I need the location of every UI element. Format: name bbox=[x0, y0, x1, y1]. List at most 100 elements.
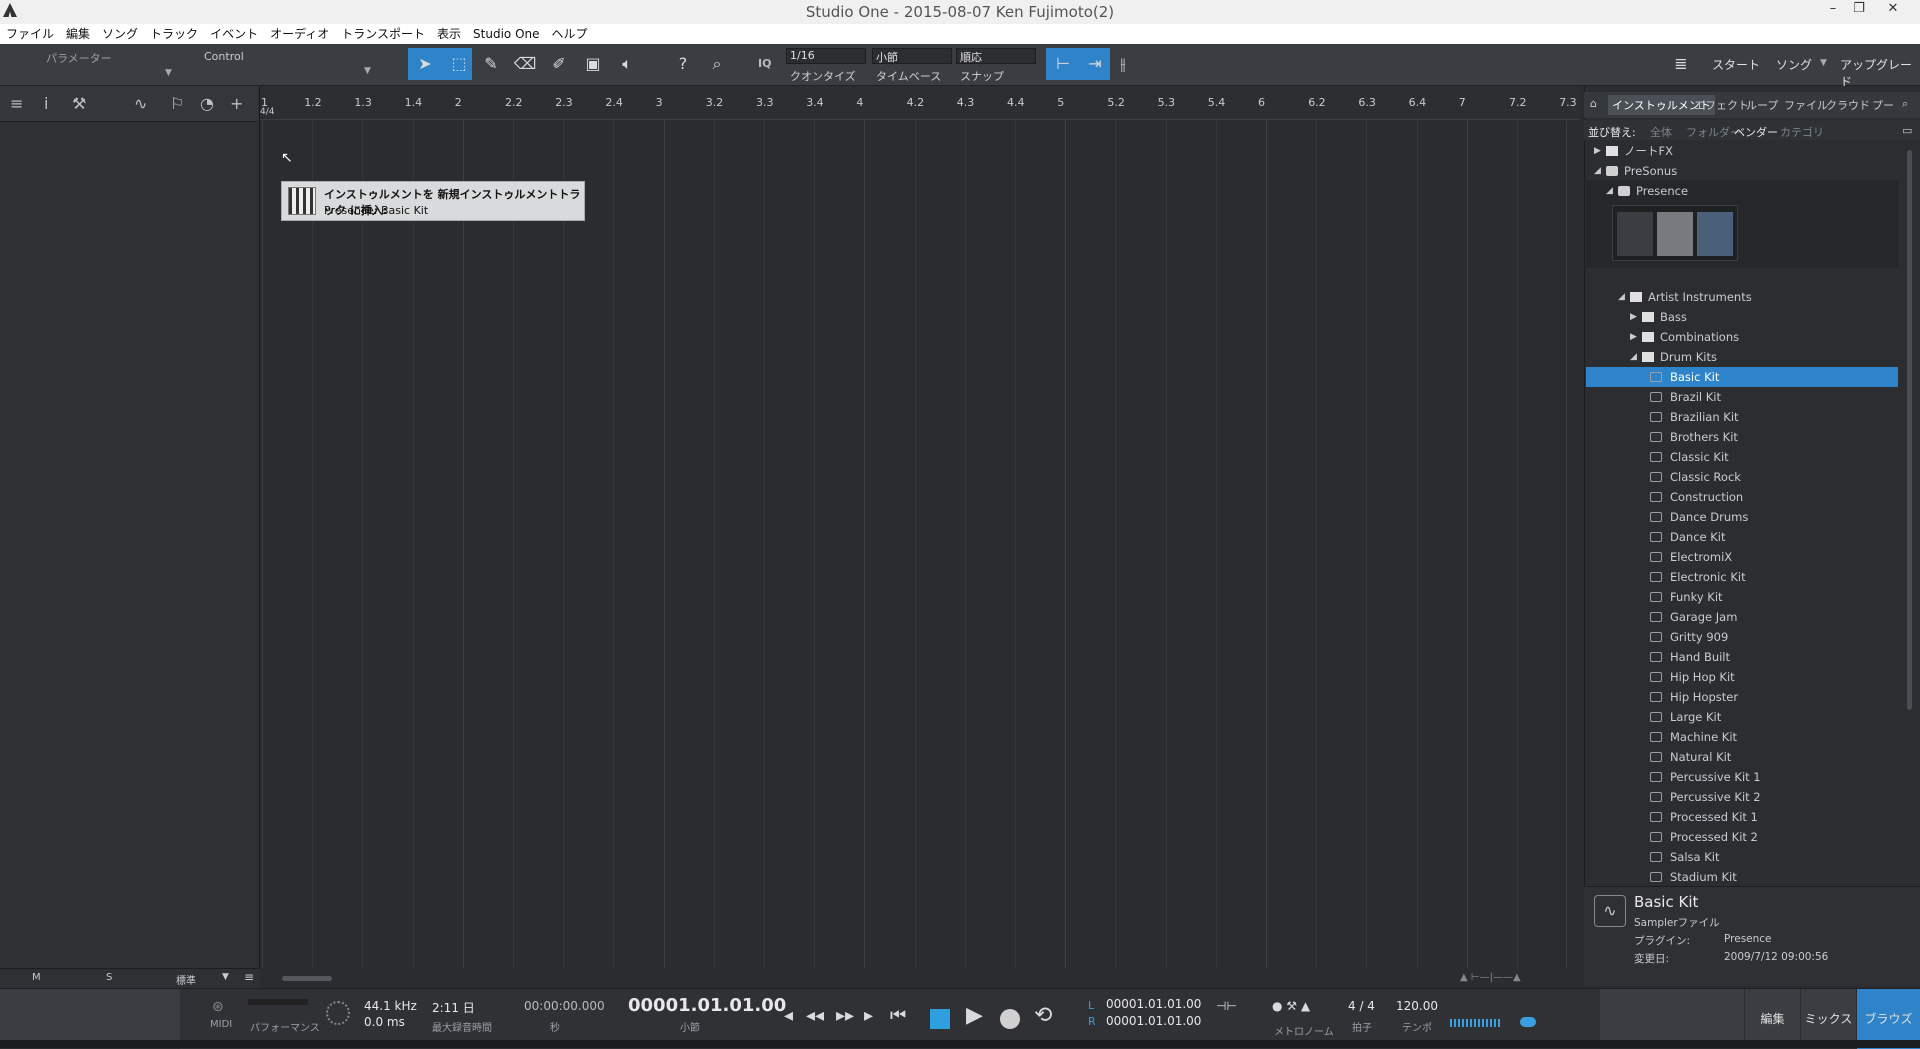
dropdown-icon[interactable]: ▼ bbox=[222, 972, 229, 982]
solo-all-button[interactable]: S bbox=[106, 972, 112, 983]
tree-node[interactable]: ▶ Combinations bbox=[1586, 327, 1898, 347]
search-icon[interactable]: ⌕ bbox=[702, 50, 732, 78]
punch-icon[interactable]: ⊣⊢ bbox=[1216, 999, 1237, 1013]
search-icon[interactable]: ⌕ bbox=[1902, 97, 1908, 111]
panel-toggle-icon[interactable]: ▭ bbox=[1902, 124, 1912, 137]
kit-item[interactable]: Classic Rock bbox=[1586, 467, 1898, 487]
tree-node[interactable]: ◢ PreSonus bbox=[1586, 161, 1898, 181]
menu-view[interactable]: 表示 bbox=[431, 24, 467, 44]
tab-effects[interactable]: エフェクト bbox=[1694, 97, 1749, 113]
kit-item[interactable]: Percussive Kit 1 bbox=[1586, 767, 1898, 787]
menu-edit[interactable]: 編集 bbox=[60, 24, 96, 44]
menu-event[interactable]: イベント bbox=[204, 24, 264, 44]
kit-item[interactable]: Classic Kit bbox=[1586, 447, 1898, 467]
collapse-icon[interactable]: ◢ bbox=[1606, 181, 1613, 201]
menu-file[interactable]: ファイル bbox=[0, 24, 60, 44]
wrench-icon[interactable]: ⚒ bbox=[72, 94, 86, 113]
iq-button[interactable]: IQ bbox=[758, 57, 771, 70]
kit-item[interactable]: Gritty 909 bbox=[1586, 627, 1898, 647]
dropdown-icon[interactable]: ▼ bbox=[1820, 58, 1827, 68]
collapse-icon[interactable]: ◢ bbox=[1594, 161, 1601, 181]
tempo-value[interactable]: 120.00 bbox=[1396, 999, 1438, 1013]
kit-item[interactable]: Processed Kit 2 bbox=[1586, 827, 1898, 847]
restore-button[interactable]: ❐ bbox=[1846, 0, 1872, 20]
tree-node[interactable]: ◢ Presence bbox=[1586, 181, 1898, 201]
next-marker-icon[interactable]: ▸ bbox=[864, 1005, 873, 1026]
menu-help[interactable]: ヘルプ bbox=[546, 24, 594, 44]
control-dropdown-icon[interactable]: ▼ bbox=[364, 66, 371, 76]
stack-icon[interactable]: ≣ bbox=[1666, 50, 1696, 78]
param-dropdown-icon[interactable]: ▼ bbox=[165, 68, 172, 78]
position-display[interactable]: 00001.01.01.00 bbox=[628, 995, 786, 1016]
kit-item[interactable]: Construction bbox=[1586, 487, 1898, 507]
sort-category[interactable]: カテゴリ bbox=[1780, 124, 1824, 140]
add-track-icon[interactable]: + bbox=[230, 94, 243, 113]
sort-folder[interactable]: フォルダー bbox=[1686, 124, 1741, 140]
kit-item[interactable]: Brothers Kit bbox=[1586, 427, 1898, 447]
output-toggle[interactable] bbox=[1520, 1017, 1536, 1027]
metronome-icon[interactable]: ● ⚒ ▲ bbox=[1272, 999, 1310, 1013]
tab-files[interactable]: ファイル bbox=[1784, 97, 1828, 113]
kit-item[interactable]: Brazilian Kit bbox=[1586, 407, 1898, 427]
stop-button[interactable] bbox=[930, 1009, 950, 1029]
kit-item[interactable]: Brazil Kit bbox=[1586, 387, 1898, 407]
kit-item[interactable]: Hip Hopster bbox=[1586, 687, 1898, 707]
kit-item[interactable]: Large Kit bbox=[1586, 707, 1898, 727]
arrow-tool-icon[interactable]: ➤ bbox=[410, 50, 440, 78]
upgrade-button[interactable]: アップグレード bbox=[1840, 56, 1920, 90]
menu-icon[interactable]: ≡ bbox=[10, 94, 23, 113]
marker-icon[interactable]: ⚐ bbox=[170, 94, 184, 113]
menu-transport[interactable]: トランスポート bbox=[335, 24, 431, 44]
loop-start[interactable]: 00001.01.01.00 bbox=[1106, 997, 1201, 1011]
kit-item[interactable]: ElectromiX bbox=[1586, 547, 1898, 567]
sort-flat[interactable]: 全体 bbox=[1650, 124, 1672, 140]
snap-split-icon[interactable]: ⫲ bbox=[1108, 50, 1138, 78]
tree-node[interactable]: ▶ ノートFX bbox=[1586, 141, 1898, 161]
seconds-display[interactable]: 00:00:00.000 bbox=[524, 999, 605, 1013]
snap-right-icon[interactable]: ⇥ bbox=[1080, 50, 1110, 78]
play-button[interactable]: ▶ bbox=[966, 1003, 983, 1028]
arrange-vscrollbar[interactable] bbox=[1566, 122, 1578, 968]
collapse-icon[interactable]: ◢ bbox=[1618, 287, 1625, 307]
time-signature-value[interactable]: 4 / 4 bbox=[1348, 999, 1375, 1013]
browser-vscrollbar[interactable] bbox=[1904, 140, 1916, 884]
expand-icon[interactable]: ▶ bbox=[1594, 141, 1601, 161]
menu-studio-one[interactable]: Studio One bbox=[467, 24, 545, 44]
expand-icon[interactable]: ▶ bbox=[1630, 327, 1637, 347]
prev-marker-icon[interactable]: ◂ bbox=[784, 1005, 793, 1026]
eraser-tool-icon[interactable]: ⌫ bbox=[510, 50, 540, 78]
start-page-button[interactable]: スタート bbox=[1712, 56, 1760, 73]
expand-icon[interactable]: ▶ bbox=[1630, 307, 1637, 327]
automation-icon[interactable]: ∿ bbox=[134, 94, 147, 113]
paint-tool-icon[interactable]: ✐ bbox=[544, 50, 574, 78]
close-button[interactable]: ✕ bbox=[1880, 0, 1906, 20]
kit-item[interactable]: Garage Jam bbox=[1586, 607, 1898, 627]
kit-item[interactable]: Dance Kit bbox=[1586, 527, 1898, 547]
tree-node[interactable]: ◢ Drum Kits bbox=[1586, 347, 1898, 367]
kit-item[interactable]: Basic Kit bbox=[1586, 367, 1898, 387]
kit-item[interactable]: Hip Hop Kit bbox=[1586, 667, 1898, 687]
forward-icon[interactable]: ▸▸ bbox=[836, 1005, 854, 1026]
kit-item[interactable]: Electronic Kit bbox=[1586, 567, 1898, 587]
collapse-icon[interactable]: ◢ bbox=[1630, 347, 1637, 367]
kit-item[interactable]: Hand Built bbox=[1586, 647, 1898, 667]
mute-all-button[interactable]: M bbox=[32, 972, 41, 983]
tree-node[interactable]: ▶ Bass bbox=[1586, 307, 1898, 327]
loop-end[interactable]: 00001.01.01.00 bbox=[1106, 1014, 1201, 1028]
listen-tool-icon[interactable]: 🔈︎ bbox=[612, 50, 642, 78]
menu-track[interactable]: トラック bbox=[144, 24, 204, 44]
tab-loops[interactable]: ループ bbox=[1746, 97, 1778, 113]
loop-button[interactable]: ⟲ bbox=[1034, 1003, 1052, 1028]
track-height-select[interactable]: 標準 bbox=[176, 972, 196, 987]
arrange-view[interactable] bbox=[260, 86, 1580, 986]
kit-item[interactable]: Dance Drums bbox=[1586, 507, 1898, 527]
home-icon[interactable]: ⌂ bbox=[1590, 97, 1597, 110]
record-button[interactable] bbox=[1000, 1009, 1020, 1029]
kit-item[interactable]: Machine Kit bbox=[1586, 727, 1898, 747]
kit-item[interactable]: Processed Kit 1 bbox=[1586, 807, 1898, 827]
song-page-button[interactable]: ソング bbox=[1776, 56, 1812, 73]
tree-node[interactable]: ◢ Artist Instruments bbox=[1586, 287, 1898, 307]
menu-audio[interactable]: オーディオ bbox=[264, 24, 335, 44]
list-icon[interactable]: ≡ bbox=[244, 970, 254, 984]
tempo-icon[interactable]: ◔ bbox=[200, 94, 214, 113]
